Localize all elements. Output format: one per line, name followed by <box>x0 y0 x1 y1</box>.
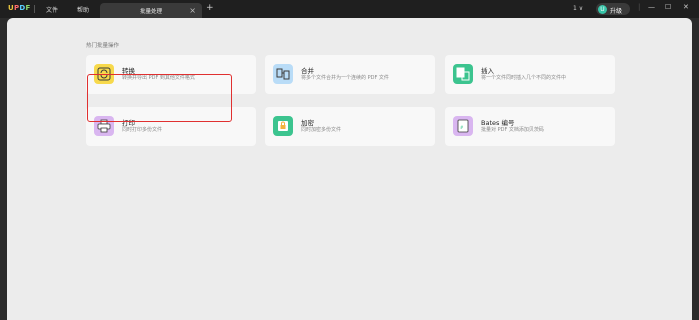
tab-label: 批量处理 <box>140 9 163 15</box>
merge-icon <box>273 64 293 84</box>
card-description: 将多个文件合并为一个连续的 PDF 文件 <box>301 75 389 81</box>
close-window-button[interactable]: ✕ <box>683 3 689 11</box>
selection-highlight <box>87 74 232 122</box>
divider: | <box>638 3 641 11</box>
card-encrypt[interactable]: 加密 同时加密多份文件 <box>265 107 435 146</box>
app-logo: UPDF <box>8 4 31 12</box>
menu-file[interactable]: 文件 <box>46 5 58 14</box>
close-icon[interactable]: × <box>189 6 196 15</box>
upgrade-button[interactable]: U 升级 <box>596 3 630 15</box>
main-panel: 热门批量操作 转换 转换并导出 PDF 到其他文件格式 合并 将多个文件合并为一… <box>7 18 692 320</box>
card-bates[interactable]: # Bates 编号 批量对 PDF 文档添加贝茨码 <box>445 107 615 146</box>
minimize-button[interactable]: — <box>648 3 655 11</box>
insert-icon <box>453 64 473 84</box>
lock-icon <box>273 116 293 136</box>
page-indicator[interactable]: 1 ∨ <box>573 5 583 12</box>
card-description: 批量对 PDF 文档添加贝茨码 <box>481 127 544 133</box>
card-merge[interactable]: 合并 将多个文件合并为一个连续的 PDF 文件 <box>265 55 435 94</box>
menu-help[interactable]: 帮助 <box>77 5 89 14</box>
card-description: 同时打印多份文件 <box>122 127 163 133</box>
new-tab-button[interactable]: + <box>206 3 214 13</box>
bates-icon: # <box>453 116 473 136</box>
logo-letter: F <box>25 4 31 12</box>
maximize-button[interactable]: ☐ <box>665 3 671 11</box>
upgrade-label: 升级 <box>610 7 623 15</box>
card-description: 将一个文件同时插入几个不同的文件中 <box>481 75 567 81</box>
title-bar: UPDF 文件 帮助 批量处理 × + 1 ∨ U 升级 | — ☐ ✕ <box>0 0 699 18</box>
card-description: 同时加密多份文件 <box>301 127 342 133</box>
avatar: U <box>598 4 607 14</box>
card-insert[interactable]: 插入 将一个文件同时插入几个不同的文件中 <box>445 55 615 94</box>
divider <box>34 5 35 13</box>
tab-batch[interactable]: 批量处理 × <box>100 3 202 18</box>
section-title: 热门批量操作 <box>86 43 120 49</box>
